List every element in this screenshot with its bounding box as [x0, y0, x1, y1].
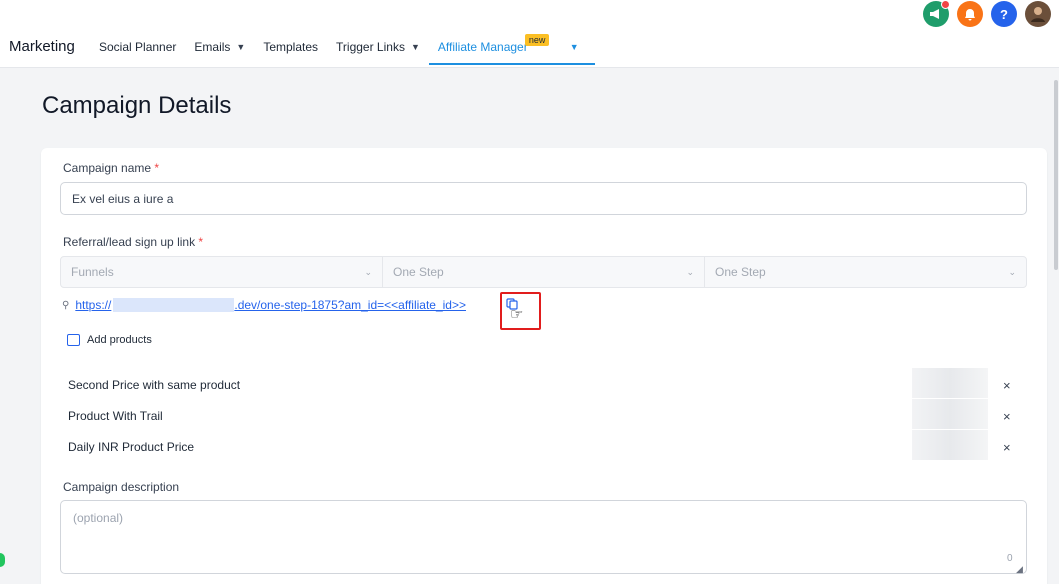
signup-url-row: ⚲ https:// .dev/one-step-1875?am_id=<<af…	[62, 297, 466, 313]
required-mark: *	[154, 161, 160, 175]
chevron-down-icon: ⌄	[364, 266, 372, 277]
redacted-domain	[113, 298, 235, 312]
list-item: Second Price with same product ×	[68, 368, 1018, 398]
tab-templates[interactable]: Templates	[254, 30, 327, 64]
page-step-select[interactable]: One Step ⌄	[705, 257, 1026, 287]
top-navigation-bar: Marketing Social Planner Emails ▼ Templa…	[0, 0, 1059, 68]
chat-widget-icon[interactable]	[0, 553, 5, 567]
close-icon[interactable]: ×	[1003, 378, 1011, 393]
new-badge: new	[524, 34, 550, 46]
help-icon[interactable]: ?	[991, 1, 1017, 27]
list-item: Product With Trail ×	[68, 399, 1018, 429]
character-counter: 0	[1007, 553, 1013, 564]
product-name: Second Price with same product	[68, 378, 241, 392]
chevron-down-icon: ⌄	[1008, 266, 1016, 277]
redacted-price	[912, 430, 988, 460]
avatar[interactable]	[1025, 1, 1051, 27]
close-icon[interactable]: ×	[1003, 440, 1011, 455]
campaign-description-label: Campaign description	[63, 480, 180, 494]
tab-label: Social Planner	[99, 40, 177, 54]
notification-dot	[941, 0, 950, 9]
signup-url-link[interactable]: https:// .dev/one-step-1875?am_id=<<affi…	[75, 298, 466, 312]
tab-affiliate-manager[interactable]: Affiliate Manager new ▼	[428, 30, 595, 65]
tab-label: Affiliate Manager	[437, 39, 528, 54]
hand-cursor-icon: ☞	[510, 306, 524, 323]
campaign-name-label: Campaign name *	[63, 161, 160, 175]
resize-handle-icon[interactable]: ◢	[1016, 564, 1023, 575]
scrollbar-thumb[interactable]	[1054, 80, 1058, 270]
lightbulb-icon: ⚲	[62, 299, 70, 311]
megaphone-icon[interactable]	[923, 0, 950, 27]
header-actions: ?	[923, 0, 1051, 28]
required-mark: *	[198, 235, 204, 249]
redacted-price	[912, 399, 988, 429]
tab-label: Templates	[263, 40, 319, 54]
campaign-name-input[interactable]: Ex vel eius a iure a	[60, 182, 1027, 215]
bell-icon[interactable]	[957, 1, 983, 27]
tab-label: Trigger Links	[336, 40, 405, 54]
tab-trigger-links[interactable]: Trigger Links ▼	[327, 30, 429, 64]
add-product-icon	[67, 334, 80, 346]
add-products-button[interactable]: Add products	[67, 334, 152, 346]
funnel-step-select[interactable]: One Step ⌄	[383, 257, 705, 287]
chevron-down-icon[interactable]: ▼	[570, 42, 579, 52]
tab-social-planner[interactable]: Social Planner	[90, 30, 185, 64]
signup-link-selects: Funnels ⌄ One Step ⌄ One Step ⌄	[60, 256, 1027, 288]
main-nav: Social Planner Emails ▼ Templates Trigge…	[90, 30, 595, 66]
chevron-down-icon: ⌄	[686, 266, 694, 277]
redacted-price	[912, 368, 988, 398]
funnel-select[interactable]: Funnels ⌄	[61, 257, 383, 287]
list-item: Daily INR Product Price ×	[68, 430, 1018, 460]
signup-link-label: Referral/lead sign up link *	[63, 235, 204, 249]
campaign-form-card: Campaign name * Ex vel eius a iure a Ref…	[41, 148, 1047, 584]
product-name: Daily INR Product Price	[68, 440, 195, 454]
campaign-description-input[interactable]: (optional)	[60, 500, 1027, 574]
chevron-down-icon: ▼	[236, 42, 246, 52]
chevron-down-icon: ▼	[410, 42, 420, 52]
tab-label: Emails	[194, 40, 231, 54]
page-title: Campaign Details	[42, 92, 232, 119]
product-name: Product With Trail	[68, 409, 163, 423]
brand-title: Marketing	[9, 38, 75, 55]
tab-emails[interactable]: Emails ▼	[185, 30, 254, 64]
close-icon[interactable]: ×	[1003, 409, 1011, 424]
help-glyph: ?	[1000, 6, 1008, 22]
